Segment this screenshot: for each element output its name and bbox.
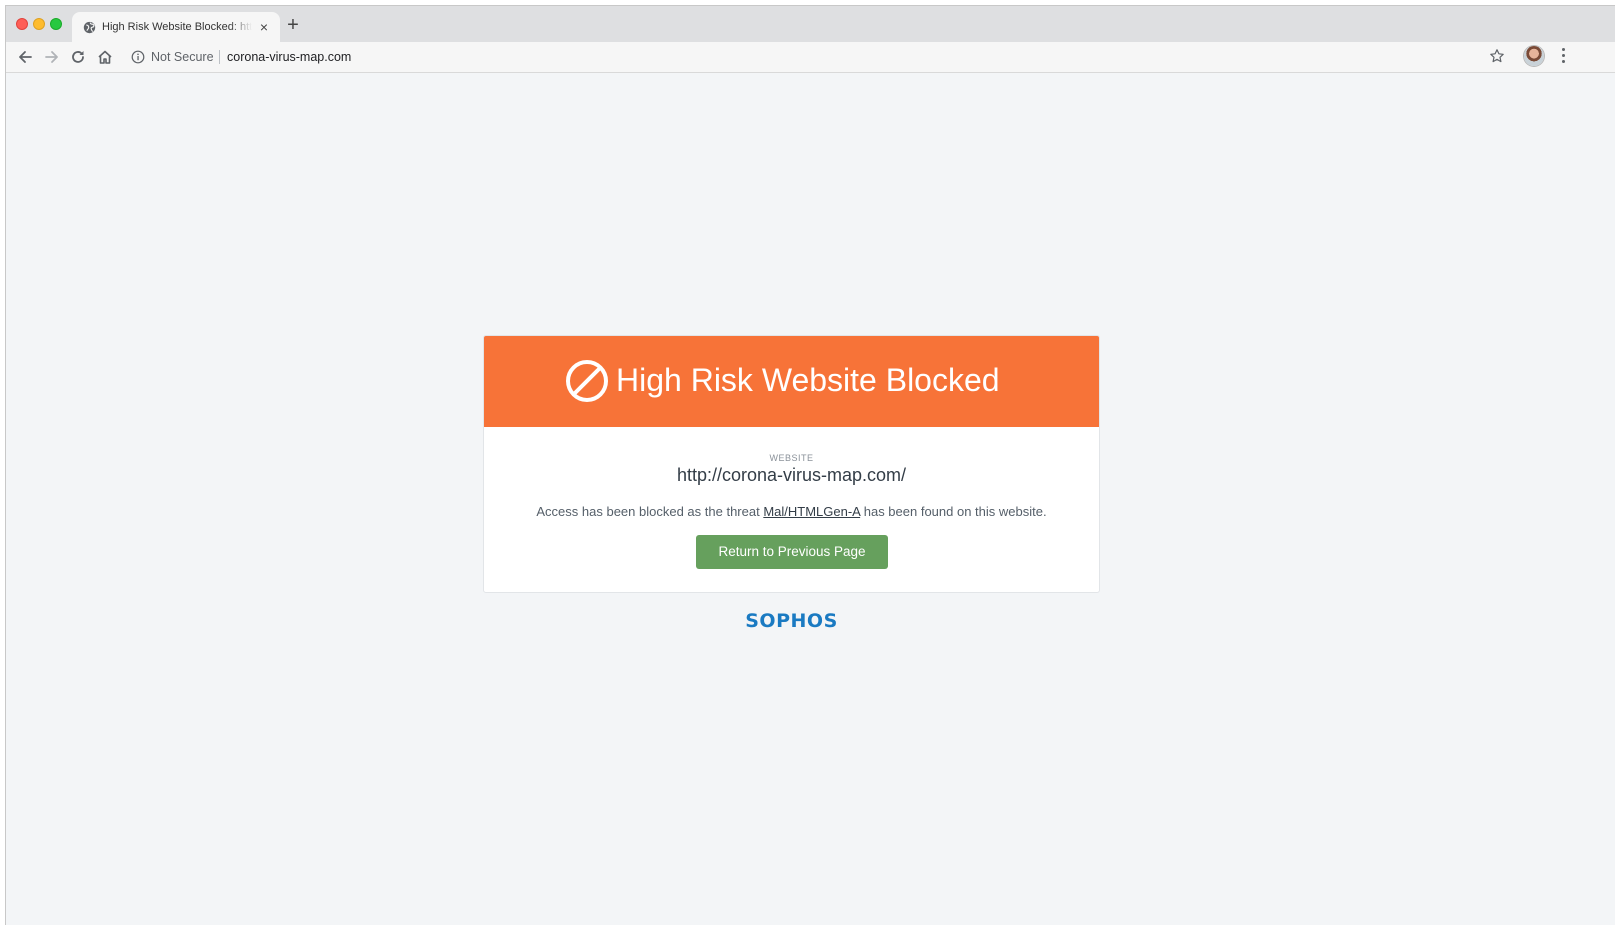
blocked-url: http://corona-virus-map.com/ xyxy=(676,465,907,485)
block-icon xyxy=(566,360,608,402)
close-window-button[interactable] xyxy=(16,18,28,30)
browser-toolbar: Not Secure corona-virus-map.com xyxy=(6,42,1615,73)
home-icon[interactable] xyxy=(96,48,114,66)
active-tab[interactable]: High Risk Website Blocked: htt × xyxy=(72,12,280,42)
return-to-previous-page-button[interactable]: Return to Previous Page xyxy=(696,535,888,569)
message-suffix: has been found on this website. xyxy=(860,504,1047,519)
sophos-logo: SOPHOS xyxy=(745,610,838,632)
star-icon[interactable] xyxy=(1489,48,1505,64)
block-card: High Risk Website Blocked WEBSITE http:/… xyxy=(483,335,1100,593)
security-label[interactable]: Not Secure xyxy=(151,50,214,64)
divider xyxy=(219,50,220,64)
threat-link[interactable]: Mal/HTMLGen-A xyxy=(763,504,860,519)
maximize-window-button[interactable] xyxy=(50,18,62,30)
card-header: High Risk Website Blocked xyxy=(484,336,1099,427)
reload-icon[interactable] xyxy=(69,48,87,66)
block-message: Access has been blocked as the threat Ma… xyxy=(484,504,1099,519)
tab-title: High Risk Website Blocked: htt xyxy=(102,21,252,33)
close-icon[interactable]: × xyxy=(257,20,271,34)
browser-window: High Risk Website Blocked: htt × + Not S… xyxy=(6,6,1615,925)
url-text[interactable]: corona-virus-map.com xyxy=(227,50,351,64)
page-title: High Risk Website Blocked xyxy=(616,362,1000,398)
info-icon[interactable] xyxy=(131,50,145,64)
forward-arrow-icon[interactable] xyxy=(43,48,61,66)
website-label: WEBSITE xyxy=(769,453,814,463)
message-prefix: Access has been blocked as the threat xyxy=(536,504,764,519)
address-bar[interactable]: Not Secure corona-virus-map.com xyxy=(123,45,1498,69)
back-arrow-icon[interactable] xyxy=(16,48,34,66)
globe-icon xyxy=(83,21,96,34)
tab-strip: High Risk Website Blocked: htt × + xyxy=(6,6,1615,42)
minimize-window-button[interactable] xyxy=(33,18,45,30)
kebab-menu-icon[interactable] xyxy=(1561,48,1565,66)
plus-icon[interactable]: + xyxy=(284,15,302,35)
page-content: High Risk Website Blocked WEBSITE http:/… xyxy=(6,73,1615,925)
avatar[interactable] xyxy=(1524,46,1544,66)
